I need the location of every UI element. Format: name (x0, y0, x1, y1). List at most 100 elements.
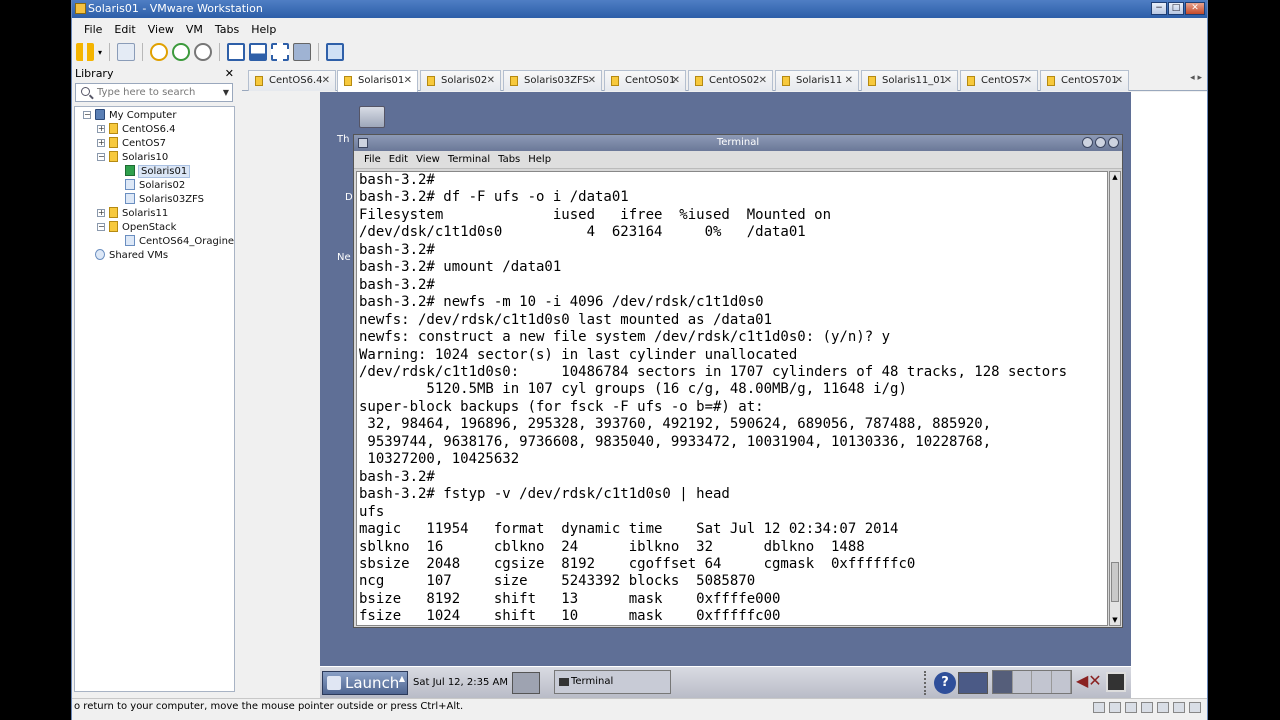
terminal-menu-tabs[interactable]: Tabs (494, 151, 524, 168)
tab-close-icon[interactable]: ✕ (1024, 71, 1032, 90)
tree-item-solaris01[interactable]: Solaris01 (125, 165, 191, 179)
show-desktop-icon[interactable] (1106, 672, 1126, 692)
workspace-switcher-icon[interactable] (512, 672, 540, 694)
terminal-minimize-button[interactable] (1082, 137, 1093, 148)
menu-help[interactable]: Help (245, 21, 282, 39)
computer-desktop-icon[interactable] (359, 106, 385, 128)
menu-view[interactable]: View (142, 21, 180, 39)
tree-item-my-computer[interactable]: − My Computer (83, 109, 176, 123)
tab-close-icon[interactable]: ✕ (672, 71, 680, 90)
tab-centos701[interactable]: CentOS701 ✕ (1040, 70, 1129, 91)
terminal-maximize-button[interactable] (1095, 137, 1106, 148)
tree-item-shared-vms[interactable]: Shared VMs (95, 249, 168, 263)
hard-disk-icon[interactable] (1093, 702, 1105, 713)
tree-item-centos64[interactable]: + CentOS6.4 (97, 123, 176, 137)
cd-rom-icon[interactable] (1109, 702, 1121, 713)
tree-item-solaris02[interactable]: Solaris02 (125, 179, 185, 193)
menu-edit[interactable]: Edit (108, 21, 141, 39)
terminal-scrollbar[interactable]: ▲ ▼ (1109, 171, 1121, 626)
menu-vm[interactable]: VM (180, 21, 209, 39)
workspace-1[interactable] (993, 671, 1013, 693)
chevron-down-icon[interactable]: ▼ (223, 84, 229, 101)
tab-close-icon[interactable]: ✕ (404, 71, 412, 90)
sound-icon[interactable] (1157, 702, 1169, 713)
terminal-window[interactable]: Terminal File Edit View Terminal Tabs He… (353, 134, 1123, 628)
expand-icon[interactable]: + (97, 125, 105, 133)
scrollbar-thumb[interactable] (1111, 562, 1119, 602)
tab-close-icon[interactable]: ✕ (322, 71, 330, 90)
tab-close-icon[interactable]: ✕ (1115, 71, 1123, 90)
fullscreen-icon[interactable] (271, 43, 290, 61)
workspace-3[interactable] (1032, 671, 1052, 693)
tab-solaris11[interactable]: Solaris11 ✕ (775, 70, 859, 91)
terminal-menu-edit[interactable]: Edit (385, 151, 412, 168)
tree-item-openstack[interactable]: − OpenStack (97, 221, 176, 235)
tab-solaris03zfs[interactable]: Solaris03ZFS ✕ (503, 70, 602, 91)
tree-item-solaris10[interactable]: − Solaris10 (97, 151, 168, 165)
tab-close-icon[interactable]: ✕ (487, 71, 495, 90)
tab-close-icon[interactable]: ✕ (588, 71, 596, 90)
close-button[interactable]: ✕ (1185, 2, 1205, 15)
menu-file[interactable]: File (78, 21, 108, 39)
maximize-button[interactable]: □ (1168, 2, 1184, 15)
terminal-title-bar[interactable]: Terminal (354, 135, 1122, 151)
revert-icon[interactable] (172, 43, 191, 61)
manage-snapshots-icon[interactable] (194, 43, 213, 61)
tab-close-icon[interactable]: ✕ (944, 71, 952, 90)
chevron-down-icon[interactable]: ▾ (98, 48, 102, 57)
workspace-4[interactable] (1051, 671, 1071, 693)
library-close-icon[interactable]: ✕ (225, 66, 234, 81)
tab-centos02[interactable]: CentOS02 ✕ (688, 70, 773, 91)
volume-muted-icon[interactable]: ◀✕ (1076, 671, 1102, 690)
panel-handle[interactable] (924, 671, 929, 695)
collapse-icon[interactable]: − (97, 223, 105, 231)
window-menu-icon[interactable] (358, 138, 368, 148)
normal-view-icon[interactable] (227, 43, 246, 61)
collapse-icon[interactable]: − (83, 111, 91, 119)
pause-icon[interactable] (76, 43, 94, 61)
library-search-input[interactable]: Type here to search ▼ (75, 83, 233, 102)
unity-icon[interactable] (293, 43, 312, 61)
usb-icon[interactable] (1141, 702, 1153, 713)
tree-item-centos7[interactable]: + CentOS7 (97, 137, 166, 151)
network-icon[interactable] (1125, 702, 1137, 713)
panel-clock[interactable]: Sat Jul 12, 2:35 AM (413, 667, 508, 698)
quick-switch-icon[interactable] (249, 43, 268, 61)
expand-icon[interactable]: + (97, 139, 105, 147)
tab-close-icon[interactable]: ✕ (759, 71, 767, 90)
snapshot-icon[interactable] (150, 43, 169, 61)
terminal-menu-view[interactable]: View (412, 151, 444, 168)
minimize-button[interactable]: − (1151, 2, 1167, 15)
launch-button[interactable]: Launch ▲ (322, 671, 408, 695)
message-icon[interactable] (1189, 702, 1201, 713)
workspace-grid[interactable] (992, 670, 1072, 694)
terminal-menu-help[interactable]: Help (524, 151, 555, 168)
monitor-icon[interactable] (958, 672, 988, 694)
tab-centos64[interactable]: CentOS6.4 ✕ (248, 70, 336, 91)
terminal-menu-terminal[interactable]: Terminal (444, 151, 494, 168)
tree-item-solaris11[interactable]: + Solaris11 (97, 207, 168, 221)
terminal-output[interactable]: bash-3.2# bash-3.2# df -F ufs -o i /data0… (356, 171, 1108, 626)
tab-centos01[interactable]: CentOS01 ✕ (604, 70, 686, 91)
scroll-down-arrow-icon[interactable]: ▼ (1111, 616, 1119, 624)
tab-close-icon[interactable]: ✕ (845, 71, 853, 90)
expand-icon[interactable]: + (97, 209, 105, 217)
scroll-up-arrow-icon[interactable]: ▲ (1111, 173, 1119, 181)
send-ctrl-alt-del-icon[interactable] (117, 43, 136, 61)
help-icon[interactable]: ? (934, 672, 956, 694)
collapse-icon[interactable]: − (97, 153, 105, 161)
workspace-2[interactable] (1012, 671, 1032, 693)
menu-tabs[interactable]: Tabs (209, 21, 245, 39)
display-icon[interactable] (1173, 702, 1185, 713)
tab-solaris01[interactable]: Solaris01 ✕ (337, 70, 418, 92)
taskbar-terminal-button[interactable]: Terminal (554, 670, 671, 694)
terminal-close-button[interactable] (1108, 137, 1119, 148)
terminal-menu-file[interactable]: File (360, 151, 385, 168)
tree-item-centos64-oragine[interactable]: CentOS64_Oragine (125, 235, 234, 249)
tree-item-solaris03zfs[interactable]: Solaris03ZFS (125, 193, 204, 207)
tab-scroll-arrows[interactable]: ◂ ▸ (1190, 73, 1202, 83)
tab-solaris02[interactable]: Solaris02 ✕ (420, 70, 501, 91)
vm-console[interactable]: Th D Ne Terminal File Edit View Terminal… (320, 92, 1131, 698)
tab-solaris11-01[interactable]: Solaris11_01 ✕ (861, 70, 958, 91)
tab-centos7[interactable]: CentOS7 ✕ (960, 70, 1038, 91)
